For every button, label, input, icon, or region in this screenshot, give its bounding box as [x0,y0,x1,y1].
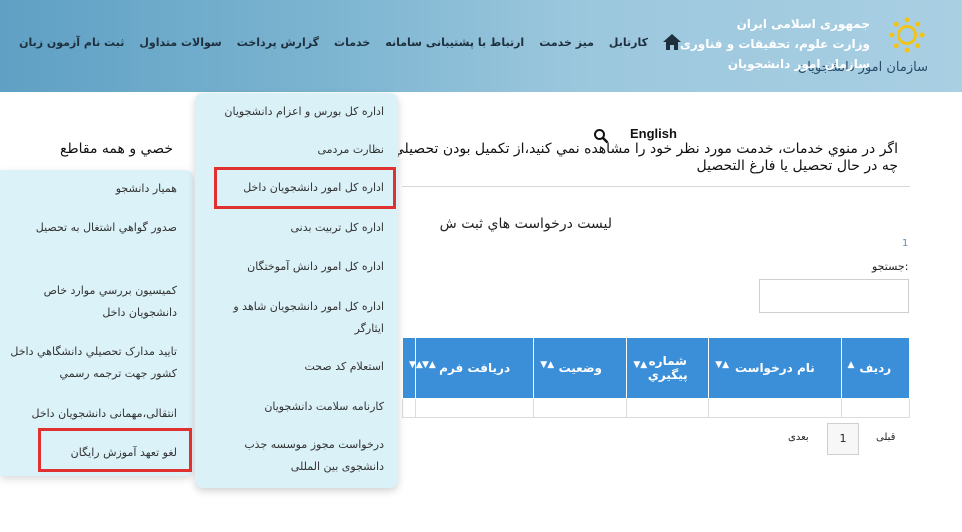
info-message: اگر در منوي خدمات، خدمت مورد نظر خود را … [387,141,898,174]
search-input[interactable] [759,279,909,313]
nav-services[interactable]: خدمات [334,36,370,49]
search-label: جستجو: [872,260,909,273]
col-tracking-number[interactable]: شماره پيگيري ▲▼ [626,337,710,399]
col-form-download[interactable]: دريافت فرم ▲▼ [414,337,535,399]
requests-list-title: ليست درخواست هاي ثبت ش [439,216,612,232]
nav-cartable[interactable]: کارتابل [609,36,648,49]
menu-item-domestic-students[interactable]: اداره کل امور دانشجويان داخل [208,177,384,199]
table-header-row: رديف ▲ نام درخواست ▲▼ شماره پيگيري ▲▼ وض… [402,337,911,399]
menu-item-shahed-students[interactable]: اداره کل امور دانشجويان شاهد و ايثارگر [208,296,384,340]
sort-icon: ▲▼ [633,360,648,370]
nav-payment-report[interactable]: گزارش پرداخت [237,36,319,49]
menu-item-public-oversight[interactable]: نظارت مردمی [208,139,384,161]
menu-item-scholarships[interactable]: اداره کل بورس و اعزام دانشجويان [208,101,384,123]
logo-line-2: وزارت علوم، تحقیقات و فناوری [679,37,870,51]
col-extra[interactable]: ▲▼ [402,337,423,399]
nav-language-exam[interactable]: ثبت نام آزمون زبان [19,36,124,49]
menu-item-graduates[interactable]: اداره کل امور دانش آموختگان [208,256,384,278]
col-row-number[interactable]: رديف ▲ [840,337,911,399]
col-label: شماره پيگيري [647,354,688,382]
main-nav: کارتابل میز خدمت ارتباط با پشتیبانی ساما… [4,32,682,52]
sort-icon: ▲▼ [540,360,555,370]
record-count: 1 [902,238,909,249]
logo-text: جمهوری اسلامی ایران وزارت علوم، تحقیقات … [680,14,870,74]
menu-item-health-report[interactable]: کارنامه سلامت دانشجويان [208,396,384,418]
top-header: سازمان امور دانشجویان جمهوری اسلامی ایرا… [0,0,962,92]
submenu-item-special-cases[interactable]: کميسيون بررسي موارد خاص دانشجويان داخل [0,280,177,324]
submenu-item-document-verification[interactable]: تاييد مدارک تحصيلي دانشگاهي داخل کشور جه… [0,341,177,385]
col-label: رديف [859,361,892,375]
nav-support[interactable]: ارتباط با پشتیبانی سامانه [385,36,524,49]
logo-line-3: سازمان امور دانشجویان [727,57,870,71]
col-label: نام درخواست [734,361,815,375]
divider [402,186,910,187]
ministry-logo[interactable]: سازمان امور دانشجویان جمهوری اسلامی ایرا… [680,10,936,84]
nav-faq[interactable]: سوالات متداول [139,36,221,49]
submenu-item-student-assistant[interactable]: همیار دانشجو [0,178,177,200]
submenu-item-enrollment-certificate[interactable]: صدور گواهي اشتغال به تحصيل [0,217,177,239]
submenu-item-transfer-guest[interactable]: انتقالی،مهمانی دانشجويان داخل [0,403,177,425]
services-dropdown: اداره کل بورس و اعزام دانشجويان نظارت مر… [195,93,398,488]
submenu-item-cancel-free-education[interactable]: لغو تعهد آموزش رايگان [0,442,177,464]
home-icon[interactable] [662,32,682,52]
menu-item-international-permit[interactable]: درخواست مجوز موسسه جذب دانشجوی بين الملل… [208,434,384,478]
sort-icon: ▲▼ [715,360,730,370]
col-label: دريافت فرم [439,361,511,375]
sun-logo-icon [889,17,925,53]
table-row [402,398,911,418]
left-heading: خصي و همه مقاطع [60,141,173,157]
logo-line-1: جمهوری اسلامی ایران [736,17,870,31]
sort-icon: ▲▼ [409,360,423,370]
pager-next[interactable]: بعدی [788,432,809,443]
sort-icon: ▲ [847,360,855,370]
menu-item-authenticity-check[interactable]: استعلام کد صحت [208,356,384,378]
col-label: وضعيت [558,361,603,375]
pager-current-page[interactable]: 1 [827,423,859,455]
nav-service-desk[interactable]: میز خدمت [539,36,594,49]
col-request-name[interactable]: نام درخواست ▲▼ [708,337,842,399]
submenu-domestic-students: همیار دانشجو صدور گواهي اشتغال به تحصيل … [0,170,193,476]
pager-previous[interactable]: قبلی [876,432,895,443]
english-link[interactable]: English [630,126,677,141]
requests-table: رديف ▲ نام درخواست ▲▼ شماره پيگيري ▲▼ وض… [402,337,911,418]
col-status[interactable]: وضعيت ▲▼ [533,337,628,399]
sort-icon: ▲▼ [422,360,436,370]
menu-item-physical-education[interactable]: اداره کل تربيت بدنی [208,217,384,239]
